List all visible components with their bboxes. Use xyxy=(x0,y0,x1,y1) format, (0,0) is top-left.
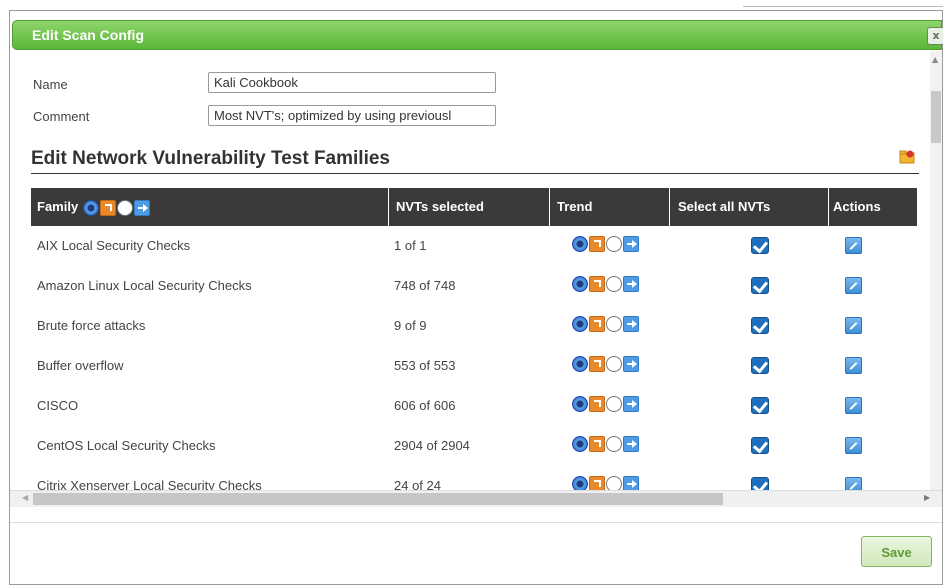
background-window-edge xyxy=(743,0,943,7)
column-header-trend[interactable]: Trend xyxy=(557,188,592,226)
nvts-selected-count: 1 of 1 xyxy=(394,238,427,253)
edit-wrench-icon[interactable] xyxy=(845,397,862,414)
nvts-selected-count: 553 of 553 xyxy=(394,358,456,373)
edit-wrench-icon[interactable] xyxy=(845,437,862,454)
trend-arrow-icon[interactable] xyxy=(133,199,150,216)
nvts-selected-count: 748 of 748 xyxy=(394,278,456,293)
radio-unselected-icon[interactable] xyxy=(606,236,622,252)
family-name: CISCO xyxy=(37,398,79,413)
table-row: CentOS Local Security Checks 2904 of 2904 xyxy=(31,426,917,466)
nvts-selected-count: 9 of 9 xyxy=(394,318,427,333)
scroll-right-icon[interactable]: ▶ xyxy=(924,493,930,502)
trend-up-icon[interactable] xyxy=(589,356,605,372)
trend-icons xyxy=(572,356,639,372)
radio-unselected-icon[interactable] xyxy=(606,276,622,292)
footer-divider xyxy=(10,522,942,523)
trend-icons xyxy=(572,436,639,452)
vertical-scroll-thumb[interactable] xyxy=(931,91,941,143)
radio-selected-icon[interactable] xyxy=(572,236,588,252)
checkbox-checked-icon[interactable] xyxy=(751,357,769,374)
radio-unselected-icon[interactable] xyxy=(606,396,622,412)
column-separator xyxy=(828,188,829,226)
horizontal-scrollbar[interactable]: ◀ ▶ xyxy=(10,490,942,507)
column-header-select-all[interactable]: Select all NVTs xyxy=(678,188,770,226)
radio-unselected-icon[interactable] xyxy=(116,199,133,216)
table-row: Buffer overflow 553 of 553 xyxy=(31,346,917,386)
edit-wrench-icon[interactable] xyxy=(845,317,862,334)
family-name: Brute force attacks xyxy=(37,318,146,333)
table-row: Brute force attacks 9 of 9 xyxy=(31,306,917,346)
background-window-strip xyxy=(0,0,943,10)
column-separator xyxy=(669,188,670,226)
section-divider xyxy=(31,173,919,174)
checkbox-checked-icon[interactable] xyxy=(751,317,769,334)
comment-label: Comment xyxy=(33,109,90,124)
section-title: Edit Network Vulnerability Test Families xyxy=(31,148,390,169)
close-button[interactable]: x xyxy=(927,27,943,45)
trend-up-icon[interactable] xyxy=(589,436,605,452)
trend-icons xyxy=(572,236,639,252)
horizontal-scroll-thumb[interactable] xyxy=(33,493,723,505)
table-row: Amazon Linux Local Security Checks 748 of… xyxy=(31,266,917,306)
trend-up-icon[interactable] xyxy=(589,236,605,252)
trend-up-icon[interactable] xyxy=(99,199,116,216)
trend-arrow-icon[interactable] xyxy=(623,236,639,252)
edit-scan-config-dialog: Edit Scan Config x Name Kali Cookbook Co… xyxy=(9,10,943,585)
column-separator xyxy=(549,188,550,226)
column-header-family[interactable]: Family xyxy=(37,188,150,226)
family-name: Buffer overflow xyxy=(37,358,124,373)
dialog-titlebar[interactable]: Edit Scan Config x xyxy=(12,20,943,50)
radio-selected-icon[interactable] xyxy=(572,436,588,452)
table-row: AIX Local Security Checks 1 of 1 xyxy=(31,226,917,266)
radio-selected-icon[interactable] xyxy=(572,356,588,372)
folder-export-icon[interactable] xyxy=(899,149,915,165)
name-label: Name xyxy=(33,77,68,92)
edit-wrench-icon[interactable] xyxy=(845,237,862,254)
trend-arrow-icon[interactable] xyxy=(623,276,639,292)
table-row: CISCO 606 of 606 xyxy=(31,386,917,426)
comment-input[interactable]: Most NVT's; optimized by using previousl xyxy=(208,105,496,126)
column-header-family-label: Family xyxy=(37,199,79,214)
dialog-title: Edit Scan Config xyxy=(32,27,144,43)
name-input[interactable]: Kali Cookbook xyxy=(208,72,496,93)
column-header-actions[interactable]: Actions xyxy=(833,188,881,226)
radio-selected-icon[interactable] xyxy=(572,316,588,332)
radio-unselected-icon[interactable] xyxy=(606,356,622,372)
trend-up-icon[interactable] xyxy=(589,396,605,412)
trend-icons xyxy=(572,276,639,292)
radio-selected-icon[interactable] xyxy=(572,276,588,292)
column-header-nvts-selected[interactable]: NVTs selected xyxy=(396,188,484,226)
trend-icons xyxy=(572,396,639,412)
trend-arrow-icon[interactable] xyxy=(623,436,639,452)
save-button[interactable]: Save xyxy=(861,536,932,567)
table-header: Family NVTs selected Trend Select all NV… xyxy=(31,188,917,226)
trend-arrow-icon[interactable] xyxy=(623,396,639,412)
checkbox-checked-icon[interactable] xyxy=(751,397,769,414)
checkbox-checked-icon[interactable] xyxy=(751,277,769,294)
radio-unselected-icon[interactable] xyxy=(606,316,622,332)
scroll-left-icon[interactable]: ◀ xyxy=(22,493,28,502)
nvts-selected-count: 2904 of 2904 xyxy=(394,438,470,453)
checkbox-checked-icon[interactable] xyxy=(751,237,769,254)
scroll-up-icon[interactable]: ▲ xyxy=(932,55,938,64)
radio-selected-icon[interactable] xyxy=(82,199,99,216)
edit-wrench-icon[interactable] xyxy=(845,357,862,374)
dialog-content: Name Kali Cookbook Comment Most NVT's; o… xyxy=(10,51,930,501)
family-trend-icons xyxy=(82,199,150,216)
checkbox-checked-icon[interactable] xyxy=(751,437,769,454)
family-name: AIX Local Security Checks xyxy=(37,238,191,253)
family-name: Amazon Linux Local Security Checks xyxy=(37,278,252,293)
edit-wrench-icon[interactable] xyxy=(845,277,862,294)
radio-unselected-icon[interactable] xyxy=(606,436,622,452)
vertical-scrollbar[interactable]: ▲ ▼ xyxy=(930,51,942,503)
trend-icons xyxy=(572,316,639,332)
radio-selected-icon[interactable] xyxy=(572,396,588,412)
trend-arrow-icon[interactable] xyxy=(623,356,639,372)
column-separator xyxy=(388,188,389,226)
trend-up-icon[interactable] xyxy=(589,276,605,292)
trend-up-icon[interactable] xyxy=(589,316,605,332)
nvts-selected-count: 606 of 606 xyxy=(394,398,456,413)
trend-arrow-icon[interactable] xyxy=(623,316,639,332)
family-name: CentOS Local Security Checks xyxy=(37,438,216,453)
